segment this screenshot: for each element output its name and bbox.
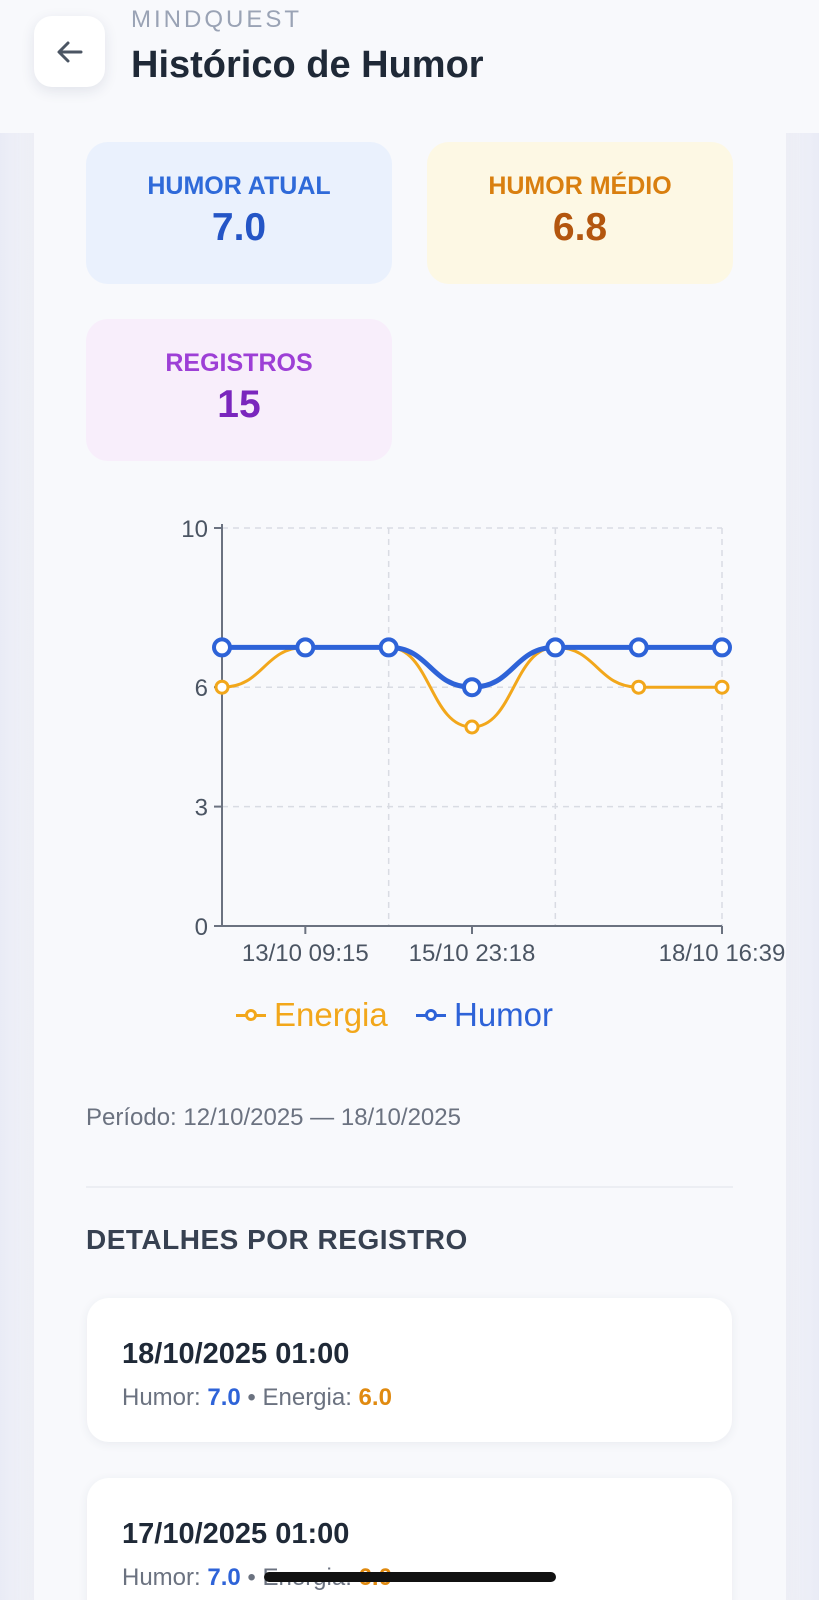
- data-point-energia: [214, 679, 230, 695]
- chart-legend: Energia Humor: [0, 996, 819, 1036]
- home-indicator: [264, 1572, 556, 1582]
- humor-label: Humor:: [122, 1384, 201, 1411]
- line-marker-icon: [416, 1007, 446, 1023]
- data-point-humor: [295, 637, 316, 658]
- page-title: Histórico de Humor: [131, 44, 484, 86]
- arrow-left-icon: [57, 41, 82, 62]
- legend-label: Energia: [274, 996, 388, 1033]
- app-header: MINDQUEST Histórico de Humor: [0, 0, 819, 133]
- record-card[interactable]: 18/10/2025 01:00 Humor: 7.0 • Energia: 6…: [87, 1298, 732, 1442]
- brand-label: MINDQUEST: [131, 6, 302, 33]
- data-point-humor: [462, 677, 482, 698]
- legend-label: Humor: [454, 996, 554, 1033]
- y-tick-label: 6: [195, 675, 208, 702]
- y-tick-label: 10: [181, 516, 208, 543]
- record-meta: Humor: 7.0 • Energia: 6.0: [122, 1384, 392, 1412]
- x-tick-label: 18/10 16:39: [659, 940, 786, 967]
- y-tick-label: 0: [195, 914, 208, 941]
- data-point-energia: [714, 679, 730, 695]
- stat-card-registros: REGISTROS 15: [86, 319, 392, 461]
- energia-value: 6.0: [358, 1384, 392, 1411]
- section-title: DETALHES POR REGISTRO: [86, 1224, 468, 1255]
- x-tick-label: 15/10 23:18: [409, 940, 536, 967]
- x-tick-label: 13/10 09:15: [242, 940, 369, 967]
- record-date: 17/10/2025 01:00: [122, 1518, 350, 1550]
- stat-card-humor-atual: HUMOR ATUAL 7.0: [86, 142, 392, 284]
- data-point-humor: [378, 637, 399, 658]
- back-button[interactable]: [34, 16, 105, 87]
- data-point-humor: [628, 637, 649, 658]
- stat-value: 6.8: [552, 206, 608, 249]
- humor-value: 7.0: [207, 1564, 241, 1591]
- divider: [86, 1186, 733, 1188]
- humor-value: 7.0: [207, 1384, 241, 1411]
- data-point-humor: [712, 637, 732, 658]
- legend-item-energia[interactable]: Energia: [236, 996, 388, 1034]
- stat-label: HUMOR ATUAL: [147, 172, 331, 200]
- data-point-humor: [212, 637, 232, 658]
- stat-label: REGISTROS: [165, 349, 313, 377]
- data-point-humor: [545, 637, 566, 658]
- legend-item-humor[interactable]: Humor: [416, 996, 553, 1034]
- humor-label: Humor:: [122, 1564, 201, 1591]
- stat-card-humor-medio: HUMOR MÉDIO 6.8: [427, 142, 733, 284]
- record-date: 18/10/2025 01:00: [122, 1338, 350, 1370]
- stat-value: 7.0: [211, 206, 267, 249]
- stat-value: 15: [217, 383, 261, 426]
- data-point-energia: [464, 719, 480, 735]
- energia-label: Energia:: [262, 1384, 352, 1411]
- y-tick-label: 3: [195, 795, 208, 822]
- line-marker-icon: [236, 1007, 266, 1023]
- separator-dot: •: [247, 1564, 256, 1591]
- stat-label: HUMOR MÉDIO: [488, 172, 672, 200]
- mood-line-chart: 0 3 6 10 13/10 09:15 15/10 23:18 18/10 16:39: [181, 516, 786, 967]
- data-point-energia: [631, 679, 647, 695]
- separator-dot: •: [247, 1384, 256, 1411]
- period-text: Período: 12/10/2025 — 18/10/2025: [86, 1104, 461, 1131]
